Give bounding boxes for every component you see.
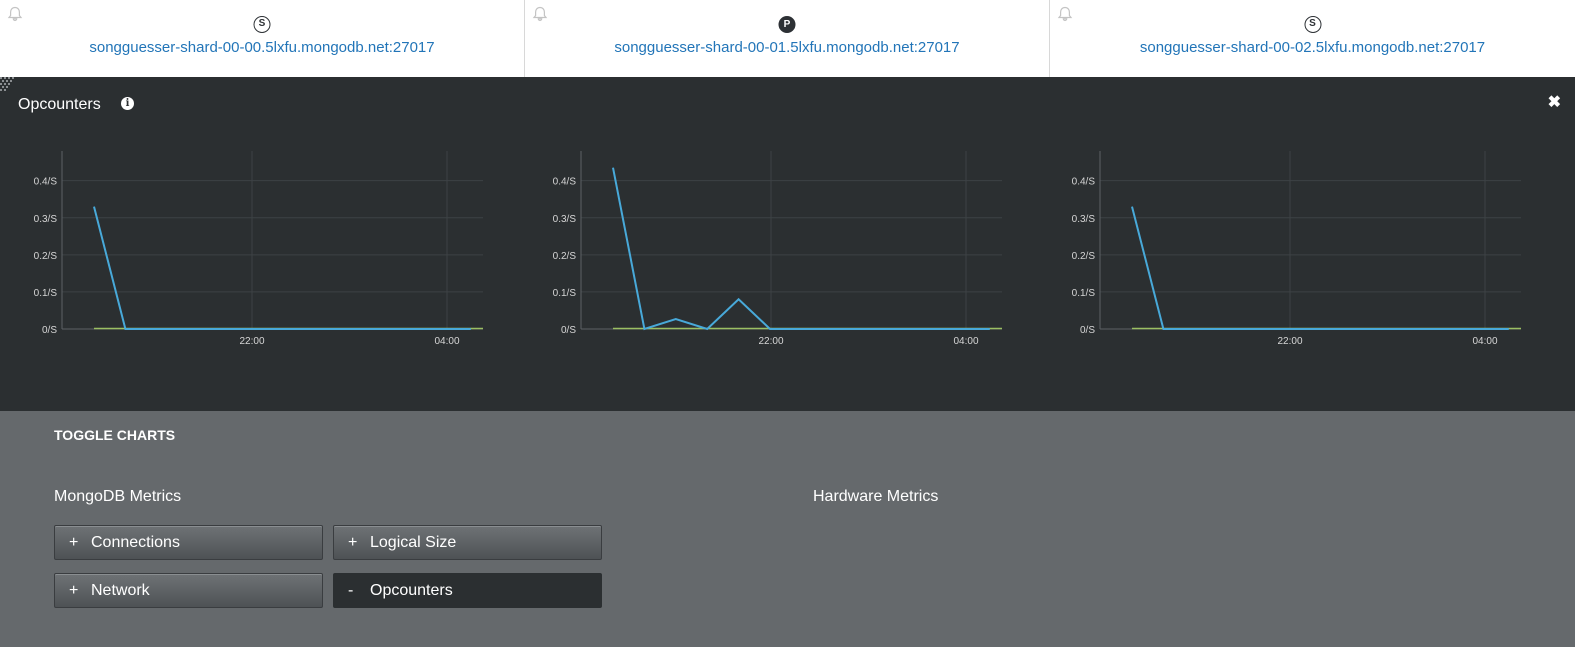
toggle-opcounters-button[interactable]: - Opcounters [333,573,602,608]
y-tick-label: 0.1/S [34,288,58,299]
toggle-sign: + [69,581,79,599]
y-tick-label: 0.4/S [1072,177,1096,188]
y-tick-label: 0.4/S [34,177,58,188]
host-link[interactable]: songguesser-shard-00-02.5lxfu.mongodb.ne… [1050,39,1575,56]
toggle-label: Connections [91,533,180,551]
y-tick-label: 0.3/S [1072,214,1096,225]
toggle-charts-title: TOGGLE CHARTS [54,427,176,443]
y-tick-label: 0.1/S [553,288,577,299]
x-tick-label: 22:00 [239,336,264,347]
y-tick-label: 0.2/S [1072,251,1096,262]
y-tick-label: 0.1/S [1072,288,1096,299]
toggle-network-button[interactable]: + Network [54,573,323,608]
toggle-sign: - [348,581,354,599]
mongodb-metrics-label: MongoDB Metrics [54,488,182,505]
toggle-logical-size-button[interactable]: + Logical Size [333,525,602,560]
toggle-label: Network [91,581,150,599]
toggle-connections-button[interactable]: + Connections [54,525,323,560]
x-tick-label: 04:00 [1472,336,1497,347]
host-role-badge: P [778,16,796,33]
y-tick-label: 0.2/S [553,251,577,262]
toggle-sign: + [348,533,358,551]
host-column: S songguesser-shard-00-02.5lxfu.mongodb.… [1050,0,1575,77]
toggle-charts-section: TOGGLE CHARTS MongoDB Metrics Hardware M… [0,411,1575,647]
y-tick-label: 0.3/S [34,214,58,225]
y-tick-label: 0/S [42,325,57,336]
x-tick-label: 22:00 [758,336,783,347]
bell-icon[interactable] [532,6,548,22]
opcounters-chart: 0/S 0.1/S 0.2/S 0.3/S 0.4/S 22:00 04:00 [1072,151,1521,347]
drag-handle-icon[interactable] [0,77,18,93]
opcounters-panel: Opcounters i ✖ 0/S 0.1/S 0.2/S 0.3/S 0.4/S 22… [0,77,1575,411]
opcounters-chart: 0/S 0.1/S 0.2/S 0.3/S 0.4/S 22:00 04:00 [553,151,1002,347]
hardware-metrics-label: Hardware Metrics [813,488,939,505]
panel-title: Opcounters [18,96,101,113]
series-line [1131,206,1509,330]
series-line [612,167,990,331]
opcounters-chart: 0/S 0.1/S 0.2/S 0.3/S 0.4/S 22:00 04:00 [34,151,483,347]
x-tick-label: 22:00 [1277,336,1302,347]
y-tick-label: 0.4/S [553,177,577,188]
y-tick-label: 0/S [1080,325,1095,336]
host-role-badge: S [1304,16,1321,33]
x-tick-label: 04:00 [434,336,459,347]
bell-icon[interactable] [7,6,23,22]
series-line [93,206,471,330]
host-link[interactable]: songguesser-shard-00-01.5lxfu.mongodb.ne… [525,39,1049,56]
bell-icon[interactable] [1057,6,1073,22]
y-tick-label: 0.2/S [34,251,58,262]
close-icon[interactable]: ✖ [1548,92,1561,112]
host-link[interactable]: songguesser-shard-00-00.5lxfu.mongodb.ne… [0,39,524,56]
toggle-label: Logical Size [370,533,457,551]
host-column: P songguesser-shard-00-01.5lxfu.mongodb.… [525,0,1050,77]
info-icon[interactable]: i [121,97,134,110]
toggle-label: Opcounters [370,581,453,599]
host-header: S songguesser-shard-00-00.5lxfu.mongodb.… [0,0,1575,77]
host-column: S songguesser-shard-00-00.5lxfu.mongodb.… [0,0,525,77]
host-role-badge: S [253,16,271,33]
x-tick-label: 04:00 [953,336,978,347]
toggle-sign: + [69,533,79,551]
y-tick-label: 0.3/S [553,214,577,225]
y-tick-label: 0/S [561,325,576,336]
